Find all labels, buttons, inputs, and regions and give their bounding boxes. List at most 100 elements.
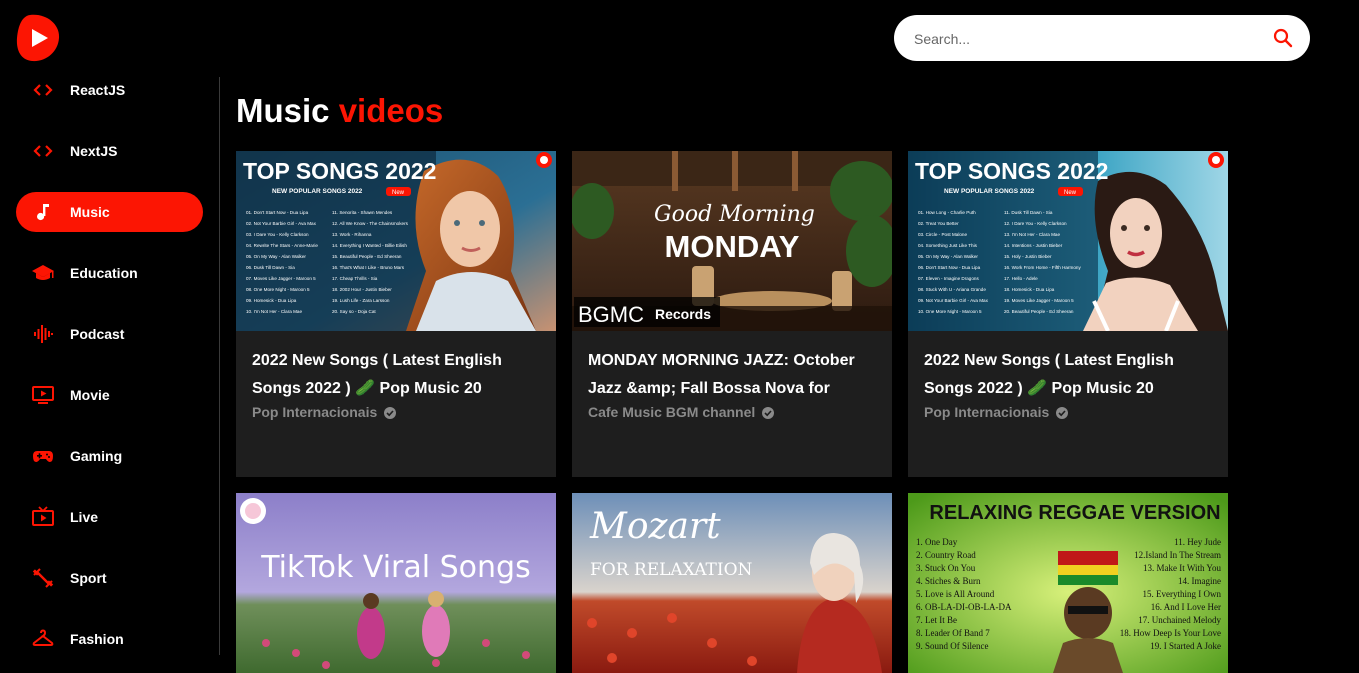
- sidebar-item-fashion[interactable]: Fashion: [16, 619, 203, 659]
- search-bar: [894, 15, 1310, 63]
- sidebar-item-label: Movie: [70, 387, 110, 403]
- svg-text:18. How Deep Is Your Love: 18. How Deep Is Your Love: [1120, 628, 1221, 638]
- svg-text:09. Not Your Barbie Girl - Ava: 09. Not Your Barbie Girl - Ava Max: [918, 298, 989, 303]
- svg-text:17. Unchained Melody: 17. Unchained Melody: [1138, 615, 1221, 625]
- sidebar-item-live[interactable]: Live: [16, 497, 203, 537]
- video-card[interactable]: TikTok Viral Songs: [236, 493, 556, 673]
- sidebar-item-podcast[interactable]: Podcast: [16, 314, 203, 354]
- sidebar-item-education[interactable]: Education: [16, 253, 203, 293]
- video-card[interactable]: Good Morning MONDAY BGMC Records MONDAY …: [572, 151, 892, 477]
- channel-name-link[interactable]: Cafe Music BGM channel: [588, 404, 775, 420]
- svg-text:2. Country Road: 2. Country Road: [916, 550, 976, 560]
- svg-text:07. Moves Like Jagger - Maroon: 07. Moves Like Jagger - Maroon 5: [246, 276, 316, 281]
- video-title[interactable]: MONDAY MORNING JAZZ: October Jazz &amp; …: [588, 347, 878, 403]
- svg-text:09. Homesick - Dua Lipa: 09. Homesick - Dua Lipa: [246, 298, 297, 303]
- video-thumbnail[interactable]: TOP SONGS 2022 NEW POPULAR SONGS 2022 Ne…: [236, 151, 556, 331]
- verified-check-icon: [1056, 406, 1069, 419]
- feed-title-accent: videos: [338, 92, 444, 129]
- svg-text:14. Intentions - Justin Bieber: 14. Intentions - Justin Bieber: [1004, 243, 1063, 248]
- soundwave-icon: [32, 323, 54, 345]
- code-icon: [32, 79, 54, 101]
- svg-text:17. Cheap Thrills - Sia: 17. Cheap Thrills - Sia: [332, 276, 378, 281]
- svg-text:4. Stiches & Burn: 4. Stiches & Burn: [916, 576, 981, 586]
- svg-text:8. Leader Of Band 7: 8. Leader Of Band 7: [916, 628, 990, 638]
- thumb-headline: MONDAY: [665, 229, 800, 264]
- channel-name: Pop Internacionais: [252, 404, 378, 420]
- svg-text:18. 2002 Hour - Justin Bieber: 18. 2002 Hour - Justin Bieber: [332, 287, 392, 292]
- svg-text:15. Everything I Own: 15. Everything I Own: [1143, 589, 1222, 599]
- channel-name-link[interactable]: Pop Internacionais: [924, 404, 1069, 420]
- video-thumbnail[interactable]: TikTok Viral Songs: [236, 493, 556, 673]
- video-thumbnail[interactable]: TOP SONGS 2022 NEW POPULAR SONGS 2022 Ne…: [908, 151, 1228, 331]
- svg-text:20. Say so - Doja Cat: 20. Say so - Doja Cat: [332, 309, 376, 314]
- thumb-subline: FOR RELAXATION: [590, 560, 753, 580]
- sidebar-item-label: Gaming: [70, 448, 123, 464]
- graduation-cap-icon: [32, 262, 54, 284]
- video-thumbnail[interactable]: Good Morning MONDAY BGMC Records: [572, 151, 892, 331]
- video-card[interactable]: TOP SONGS 2022 NEW POPULAR SONGS 2022 Ne…: [908, 151, 1228, 477]
- svg-text:04. Something Just Like This: 04. Something Just Like This: [918, 243, 978, 248]
- svg-text:20. Beautiful People - Ed Shee: 20. Beautiful People - Ed Sheeran: [1004, 309, 1074, 314]
- svg-text:3. Stuck On You: 3. Stuck On You: [916, 563, 976, 573]
- svg-text:06. Don't Start Now - Dua Lipa: 06. Don't Start Now - Dua Lipa: [918, 265, 981, 270]
- youtube-logo-icon[interactable]: [16, 14, 60, 62]
- ondemand-video-icon: [32, 384, 54, 406]
- video-thumbnail[interactable]: RELAXING REGGAE VERSION 1. One Day 2. Co…: [908, 493, 1228, 673]
- svg-text:03. Circle - Post Malone: 03. Circle - Post Malone: [918, 232, 967, 237]
- svg-text:02. Not Your Barbie Girl - Ava: 02. Not Your Barbie Girl - Ava Max: [246, 221, 317, 226]
- svg-text:08. Stuck With U - Ariana Gran: 08. Stuck With U - Ariana Grande: [918, 287, 986, 292]
- verified-check-icon: [762, 406, 775, 419]
- svg-text:03. I Dare You - Kelly Clarkso: 03. I Dare You - Kelly Clarkson: [246, 232, 309, 237]
- svg-text:12. I Dare You - Kelly Clarkso: 12. I Dare You - Kelly Clarkson: [1004, 221, 1067, 226]
- thumb-headline: Mozart: [589, 506, 721, 547]
- sidebar-categories: ReactJS NextJS Music Education Podcast M…: [0, 60, 219, 655]
- music-note-icon: [32, 201, 54, 223]
- channel-name-link[interactable]: Pop Internacionais: [252, 404, 397, 420]
- svg-text:7. Let It Be: 7. Let It Be: [916, 615, 957, 625]
- svg-text:16. That's What I Like - Bruno: 16. That's What I Like - Bruno Mars: [332, 265, 405, 270]
- thumb-headline: RELAXING REGGAE VERSION: [929, 502, 1220, 524]
- sidebar-item-music[interactable]: Music: [16, 192, 203, 232]
- sidebar-item-label: ReactJS: [70, 82, 126, 98]
- svg-text:13. I'm Not Her - Clara Mae: 13. I'm Not Her - Clara Mae: [1004, 232, 1060, 237]
- video-title[interactable]: 2022 New Songs ( Latest English Songs 20…: [252, 347, 542, 403]
- sidebar-item-movie[interactable]: Movie: [16, 375, 203, 415]
- svg-text:1. One Day: 1. One Day: [916, 537, 958, 547]
- video-card[interactable]: TOP SONGS 2022 NEW POPULAR SONGS 2022 Ne…: [236, 151, 556, 477]
- svg-text:06. Dusk Till Dawn - Sia: 06. Dusk Till Dawn - Sia: [246, 265, 295, 270]
- svg-text:14. Imagine: 14. Imagine: [1178, 576, 1221, 586]
- sidebar-item-label: Fashion: [70, 631, 124, 647]
- sidebar-item-nextjs[interactable]: NextJS: [16, 131, 203, 171]
- svg-text:19. Lush Life - Zara Larsson: 19. Lush Life - Zara Larsson: [332, 298, 390, 303]
- svg-text:05. On My Way - Alan Walker: 05. On My Way - Alan Walker: [246, 254, 306, 259]
- svg-text:01. How Long - Charlie Puth: 01. How Long - Charlie Puth: [918, 210, 976, 215]
- svg-text:12. All We Know - The Chainsmo: 12. All We Know - The Chainsmokers: [332, 221, 409, 226]
- video-thumbnail[interactable]: Mozart FOR RELAXATION: [572, 493, 892, 673]
- svg-text:18. Homesick - Dua Lipa: 18. Homesick - Dua Lipa: [1004, 287, 1055, 292]
- search-input[interactable]: [912, 15, 1256, 63]
- svg-text:08. One More Night - Maroon 5: 08. One More Night - Maroon 5: [246, 287, 310, 292]
- gamepad-icon: [32, 445, 54, 467]
- sidebar-item-gaming[interactable]: Gaming: [16, 436, 203, 476]
- svg-text:17. Hello - Adele: 17. Hello - Adele: [1004, 276, 1038, 281]
- sidebar-divider: [219, 77, 220, 655]
- sidebar-item-reactjs[interactable]: ReactJS: [16, 70, 203, 110]
- svg-text:9. Sound Of Silence: 9. Sound Of Silence: [916, 641, 989, 651]
- search-icon[interactable]: [1272, 27, 1294, 49]
- video-card[interactable]: RELAXING REGGAE VERSION 1. One Day 2. Co…: [908, 493, 1228, 673]
- video-card[interactable]: Mozart FOR RELAXATION: [572, 493, 892, 673]
- svg-text:15. Holy - Justin Bieber: 15. Holy - Justin Bieber: [1004, 254, 1052, 259]
- sidebar-item-label: Sport: [70, 570, 107, 586]
- video-title[interactable]: 2022 New Songs ( Latest English Songs 20…: [924, 347, 1214, 403]
- svg-text:10. I'm Not Her - Clara Mae: 10. I'm Not Her - Clara Mae: [246, 309, 302, 314]
- svg-text:13. Work - Rihanna: 13. Work - Rihanna: [332, 232, 372, 237]
- svg-text:04. Rewrite The Stars - Anne-M: 04. Rewrite The Stars - Anne-Marie: [246, 243, 318, 248]
- svg-text:07. Eleven - Imagine Dragons: 07. Eleven - Imagine Dragons: [918, 276, 979, 281]
- thumb-logo: BGMC: [578, 302, 644, 327]
- sidebar-item-sport[interactable]: Sport: [16, 558, 203, 598]
- sidebar-item-label: NextJS: [70, 143, 118, 159]
- svg-text:01. Don't Start Now - Dua Lipa: 01. Don't Start Now - Dua Lipa: [246, 210, 309, 215]
- sidebar-item-label: Live: [70, 509, 99, 525]
- svg-text:11. Hey Jude: 11. Hey Jude: [1174, 537, 1221, 547]
- svg-text:16. Work From Home - Fifth Har: 16. Work From Home - Fifth Harmony: [1004, 265, 1081, 270]
